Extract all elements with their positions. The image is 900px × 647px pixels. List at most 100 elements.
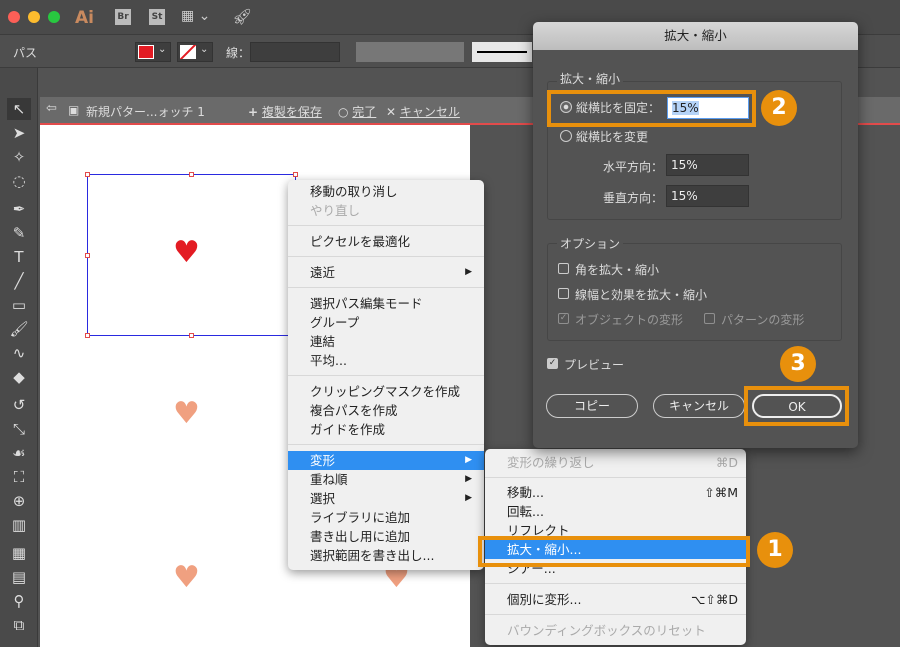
copy-button[interactable]: コピー bbox=[546, 394, 638, 418]
selection-tool-icon[interactable]: ↖ bbox=[7, 98, 31, 120]
scale-dialog: 拡大・縮小 拡大・縮小 縦横比を固定： 15% 縦横比を変更 水平方向： 15%… bbox=[533, 22, 858, 448]
stroke-weight-field[interactable] bbox=[250, 42, 340, 62]
menu-item-pixel-optimize[interactable]: ピクセルを最適化 bbox=[288, 232, 484, 251]
horizontal-scale-input[interactable]: 15% bbox=[666, 154, 749, 176]
mesh-tool-icon[interactable]: ▦ bbox=[7, 542, 31, 564]
minimize-window-button[interactable] bbox=[28, 11, 40, 23]
illustrator-logo: Ai bbox=[75, 8, 94, 28]
line-tool-icon[interactable]: ╱ bbox=[7, 270, 31, 292]
menu-item-make-clipping-mask[interactable]: クリッピングマスクを作成 bbox=[288, 382, 484, 401]
curvature-tool-icon[interactable]: ✎ bbox=[7, 222, 31, 244]
step3-badge: 3 bbox=[780, 346, 816, 382]
menu-item-rotate[interactable]: 回転... bbox=[485, 502, 746, 521]
type-tool-icon[interactable]: T bbox=[7, 246, 31, 268]
shape-builder-tool-icon[interactable]: ⊕ bbox=[7, 490, 31, 512]
zoom-window-button[interactable] bbox=[48, 11, 60, 23]
rotate-tool-icon[interactable]: ↺ bbox=[7, 394, 31, 416]
bridge-button[interactable]: Br bbox=[115, 9, 131, 25]
lasso-tool-icon[interactable]: ◌ bbox=[7, 170, 31, 192]
rectangle-tool-icon[interactable]: ▭ bbox=[7, 294, 31, 316]
menu-item-export-selection[interactable]: 選択範囲を書き出し... bbox=[288, 546, 484, 565]
variable-width-profile[interactable] bbox=[356, 42, 464, 62]
menu-item-label: 遠近 bbox=[310, 265, 336, 280]
pen-tool-icon[interactable]: ✒ bbox=[7, 198, 31, 220]
shaper-tool-icon[interactable]: ∿ bbox=[7, 342, 31, 364]
menu-item-move[interactable]: 移動... ⇧⌘M bbox=[485, 483, 746, 502]
eraser-tool-icon[interactable]: ◆ bbox=[7, 366, 31, 388]
paintbrush-tool-icon[interactable]: 🖌︎ bbox=[7, 318, 31, 340]
menu-item-average[interactable]: 平均... bbox=[288, 351, 484, 370]
scale-group-label: 拡大・縮小 bbox=[557, 70, 624, 87]
menu-item-reset-bounding-box: バウンディングボックスのリセット bbox=[507, 623, 706, 638]
heart-selected[interactable]: ♥ bbox=[173, 238, 200, 268]
fill-color-picker[interactable]: ⌄ bbox=[135, 42, 171, 62]
submenu-arrow-icon: ▶ bbox=[465, 493, 472, 503]
context-menu: 移動の取り消し やり直し ピクセルを最適化 遠近 ▶ 選択パス編集モード グループ… bbox=[288, 180, 484, 570]
menu-item-select[interactable]: 選択 ▶ bbox=[288, 489, 484, 508]
preview-label: プレビュー bbox=[564, 358, 625, 372]
scale-strokes-checkbox[interactable] bbox=[558, 288, 569, 299]
nonuniform-label: 縦横比を変更 bbox=[576, 130, 649, 144]
menu-item-join[interactable]: 連結 bbox=[288, 332, 484, 351]
heart-tile: ♥ bbox=[173, 560, 200, 595]
menu-item-label: 重ね順 bbox=[310, 472, 348, 487]
eyedropper-tool-icon[interactable]: ⚲ bbox=[7, 590, 31, 612]
stock-button[interactable]: St bbox=[149, 9, 165, 25]
transform-patterns-checkbox bbox=[704, 313, 715, 324]
gradient-tool-icon[interactable]: ▤ bbox=[7, 566, 31, 588]
options-group-label: オプション bbox=[557, 235, 624, 252]
submenu-arrow-icon: ▶ bbox=[465, 474, 472, 484]
menu-item-group[interactable]: グループ bbox=[288, 313, 484, 332]
menu-item-add-to-export[interactable]: 書き出し用に追加 bbox=[288, 527, 484, 546]
menu-item-add-to-library[interactable]: ライブラリに追加 bbox=[288, 508, 484, 527]
nonuniform-radio[interactable] bbox=[560, 130, 572, 142]
save-copy-button[interactable]: + 複製を保存 bbox=[248, 103, 322, 120]
menu-item-make-guides[interactable]: ガイドを作成 bbox=[288, 420, 484, 439]
menu-item-arrange[interactable]: 重ね順 ▶ bbox=[288, 470, 484, 489]
workspace-layout-icon[interactable]: ▦ ⌄ bbox=[181, 8, 210, 24]
vertical-scale-input[interactable]: 15% bbox=[666, 185, 749, 207]
done-button[interactable]: ○ 完了 bbox=[338, 103, 376, 120]
menu-item-transform[interactable]: 変形 ▶ bbox=[288, 451, 484, 470]
cancel-label: キャンセル bbox=[399, 105, 460, 119]
stroke-label: 線： bbox=[226, 46, 251, 60]
close-window-button[interactable] bbox=[8, 11, 20, 23]
submenu-arrow-icon: ▶ bbox=[465, 455, 472, 465]
menu-item-isolate-path[interactable]: 選択パス編集モード bbox=[288, 294, 484, 313]
perspective-grid-tool-icon[interactable]: ▥ bbox=[7, 514, 31, 536]
cancel-pattern-button[interactable]: ✕ キャンセル bbox=[386, 103, 460, 120]
magic-wand-tool-icon[interactable]: ✧ bbox=[7, 146, 31, 168]
pattern-name: 新規パター...ォッチ 1 bbox=[86, 105, 205, 119]
step2-badge: 2 bbox=[761, 90, 797, 126]
blend-tool-icon[interactable]: ⧉ bbox=[7, 614, 31, 636]
submenu-arrow-icon: ▶ bbox=[465, 267, 472, 277]
menu-item-transform-each[interactable]: 個別に変形... ⌥⇧⌘D bbox=[485, 590, 746, 609]
step1-badge: 1 bbox=[757, 532, 793, 568]
object-type-label: パス bbox=[13, 46, 38, 60]
horizontal-label: 水平方向： bbox=[603, 160, 664, 174]
scale-corners-label: 角を拡大・縮小 bbox=[575, 263, 660, 277]
vertical-label: 垂直方向： bbox=[603, 191, 664, 205]
stroke-color-picker[interactable]: ⌄ bbox=[177, 42, 213, 62]
scale-corners-checkbox[interactable] bbox=[558, 263, 569, 274]
free-transform-tool-icon[interactable]: ⛶ bbox=[7, 466, 31, 488]
rocket-icon[interactable]: 🚀︎ bbox=[232, 7, 252, 26]
direct-selection-tool-icon[interactable]: ➤ bbox=[7, 122, 31, 144]
menu-item-label: 変形 bbox=[310, 453, 336, 468]
menu-item-redo: やり直し bbox=[310, 203, 361, 218]
step1-highlight bbox=[478, 536, 750, 567]
back-arrow-icon[interactable]: ⇦ bbox=[46, 101, 57, 116]
transform-patterns-label: パターンの変形 bbox=[721, 313, 805, 327]
transform-objects-label: オブジェクトの変形 bbox=[575, 313, 684, 327]
scale-tool-icon[interactable]: ⤡ bbox=[7, 418, 31, 440]
brush-definition[interactable] bbox=[472, 42, 532, 62]
step3-highlight bbox=[744, 386, 849, 426]
pattern-swatch-icon: ▣ bbox=[68, 103, 80, 117]
menu-item-undo-move[interactable]: 移動の取り消し bbox=[288, 182, 484, 201]
warp-tool-icon[interactable]: ☙ bbox=[7, 442, 31, 464]
menu-item-perspective[interactable]: 遠近 ▶ bbox=[288, 263, 484, 282]
preview-checkbox[interactable]: ✓ bbox=[547, 358, 558, 369]
menu-item-make-compound-path[interactable]: 複合パスを作成 bbox=[288, 401, 484, 420]
cancel-button[interactable]: キャンセル bbox=[653, 394, 745, 418]
transform-objects-checkbox: ✓ bbox=[558, 313, 569, 324]
